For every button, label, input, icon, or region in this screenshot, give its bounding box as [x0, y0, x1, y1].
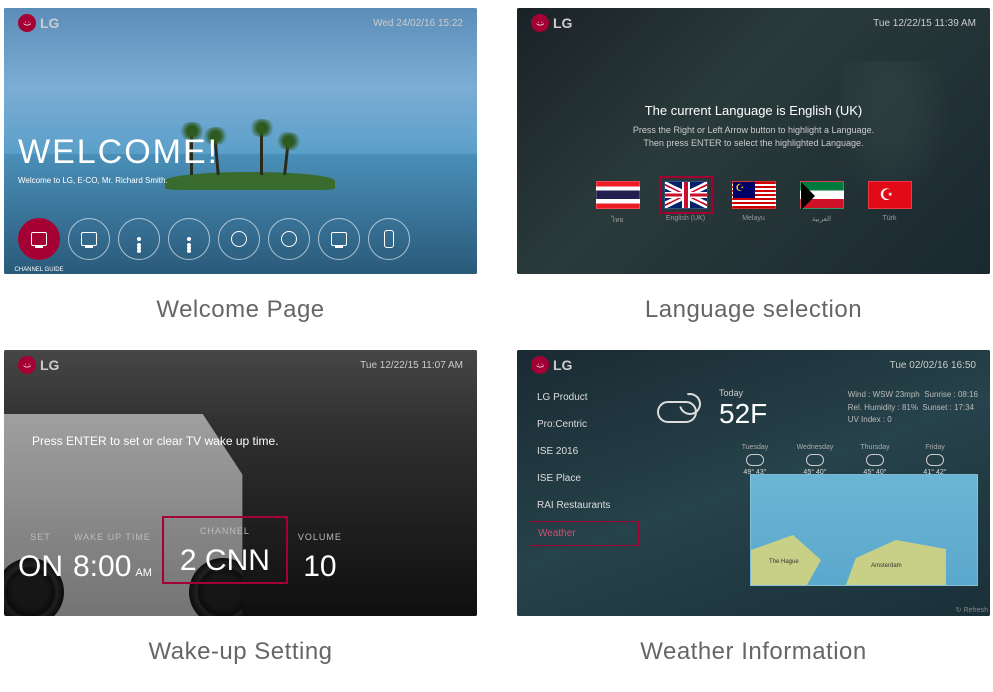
- briefcase-icon: [81, 232, 97, 246]
- welcome-title: WELCOME!: [18, 133, 219, 172]
- today-label: Today: [719, 388, 743, 398]
- sidebar-item-lg-product[interactable]: LG Product: [529, 386, 639, 409]
- language-hint: Press the Right or Left Arrow button to …: [517, 124, 990, 149]
- flag-option-malay[interactable]: Melayu: [732, 181, 776, 226]
- lg-logo: LG: [18, 356, 59, 374]
- info-icon: [187, 237, 191, 241]
- wakeup-volume-field[interactable]: VOLUME 10: [298, 532, 342, 584]
- launcher-remote[interactable]: [368, 218, 410, 260]
- cloud-icon: [866, 454, 884, 466]
- forecast-day: Tuesday49° 43°: [729, 444, 781, 476]
- cloud-icon: [746, 454, 764, 466]
- flag-option-turkish[interactable]: Türk: [868, 181, 912, 226]
- alarm-icon: [281, 231, 297, 247]
- current-temp: 52F: [719, 398, 767, 430]
- lg-logo: LG: [18, 14, 59, 32]
- lg-logo: LG: [531, 14, 572, 32]
- wakeup-channel-field[interactable]: CHANNEL 2 CNN: [162, 516, 288, 584]
- launcher-info-2[interactable]: [168, 218, 210, 260]
- launcher-alarm[interactable]: [268, 218, 310, 260]
- forecast-day: Wednesday45° 40°: [789, 444, 841, 476]
- weather-map[interactable]: The Hague Amsterdam: [750, 474, 978, 586]
- clock-text: Tue 12/22/15 11:39 AM: [873, 18, 976, 29]
- launcher-info-1[interactable]: [118, 218, 160, 260]
- caption-language: Language selection: [517, 296, 990, 324]
- sidebar-item-ise-place[interactable]: ISE Place: [529, 467, 639, 490]
- weather-condition-icon: [657, 393, 705, 423]
- flag-option-thai[interactable]: ไทย: [596, 181, 640, 226]
- cloud-icon: [806, 454, 824, 466]
- launcher-row: CHANNEL GUIDE: [18, 218, 410, 260]
- forecast-row: Tuesday49° 43° Wednesday45° 40° Thursday…: [729, 444, 978, 476]
- flag-icon: [664, 181, 708, 209]
- clock-text: Tue 02/02/16 16:50: [890, 360, 976, 371]
- wakeup-set-toggle[interactable]: SET ON: [18, 532, 63, 584]
- forecast-day: Friday41° 42°: [909, 444, 961, 476]
- wakeup-hint: Press ENTER to set or clear TV wake up t…: [32, 434, 279, 448]
- clock-text: Tue 12/22/15 11:07 AM: [360, 360, 463, 371]
- tv-icon: [31, 232, 47, 246]
- flag-icon: [868, 181, 912, 209]
- launcher-hotel-info[interactable]: [68, 218, 110, 260]
- launcher-channel-guide[interactable]: CHANNEL GUIDE: [18, 218, 60, 260]
- wakeup-screen: LG Tue 12/22/15 11:07 AM Press ENTER to …: [4, 350, 477, 616]
- launcher-world[interactable]: [218, 218, 260, 260]
- refresh-button[interactable]: ↻ Refresh: [956, 606, 988, 614]
- wakeup-time-field[interactable]: WAKE UP TIME 8:00AM: [73, 532, 152, 584]
- welcome-screen: LG Wed 24/02/16 15:22 WELCOME! Welcome t…: [4, 8, 477, 274]
- flag-icon: [596, 181, 640, 209]
- welcome-subtitle: Welcome to LG, E-CO, Mr. Richard Smith.: [18, 176, 168, 185]
- remote-icon: [384, 230, 394, 248]
- flag-icon: [800, 181, 844, 209]
- language-screen: LG Tue 12/22/15 11:39 AM The current Lan…: [517, 8, 990, 274]
- cloud-icon: [926, 454, 944, 466]
- caption-wakeup: Wake-up Setting: [4, 638, 477, 666]
- info-icon: [137, 237, 141, 241]
- caption-weather: Weather Information: [517, 638, 990, 666]
- sidebar-item-weather[interactable]: Weather: [529, 521, 639, 546]
- caption-welcome: Welcome Page: [4, 296, 477, 324]
- clock-text: Wed 24/02/16 15:22: [373, 18, 463, 29]
- forecast-day: Thursday45° 40°: [849, 444, 901, 476]
- flag-row: ไทย English (UK) Melayu العربية Türk: [517, 181, 990, 226]
- launcher-media[interactable]: [318, 218, 360, 260]
- language-title: The current Language is English (UK): [517, 103, 990, 118]
- weather-screen: LG Tue 02/02/16 16:50 LG Product Pro:Cen…: [517, 350, 990, 616]
- sidebar-item-procentric[interactable]: Pro:Centric: [529, 413, 639, 436]
- lg-logo: LG: [531, 356, 572, 374]
- weather-stats: Wind : WSW 23mph Sunrise : 08:16 Rel. Hu…: [848, 389, 978, 427]
- sidebar-item-ise2016[interactable]: ISE 2016: [529, 440, 639, 463]
- sidebar-item-rai-restaurants[interactable]: RAI Restaurants: [529, 494, 639, 517]
- media-icon: [331, 232, 347, 246]
- globe-icon: [231, 231, 247, 247]
- flag-icon: [732, 181, 776, 209]
- flag-option-arabic[interactable]: العربية: [800, 181, 844, 226]
- weather-sidebar: LG Product Pro:Centric ISE 2016 ISE Plac…: [529, 386, 639, 546]
- flag-option-english-uk[interactable]: English (UK): [664, 181, 708, 226]
